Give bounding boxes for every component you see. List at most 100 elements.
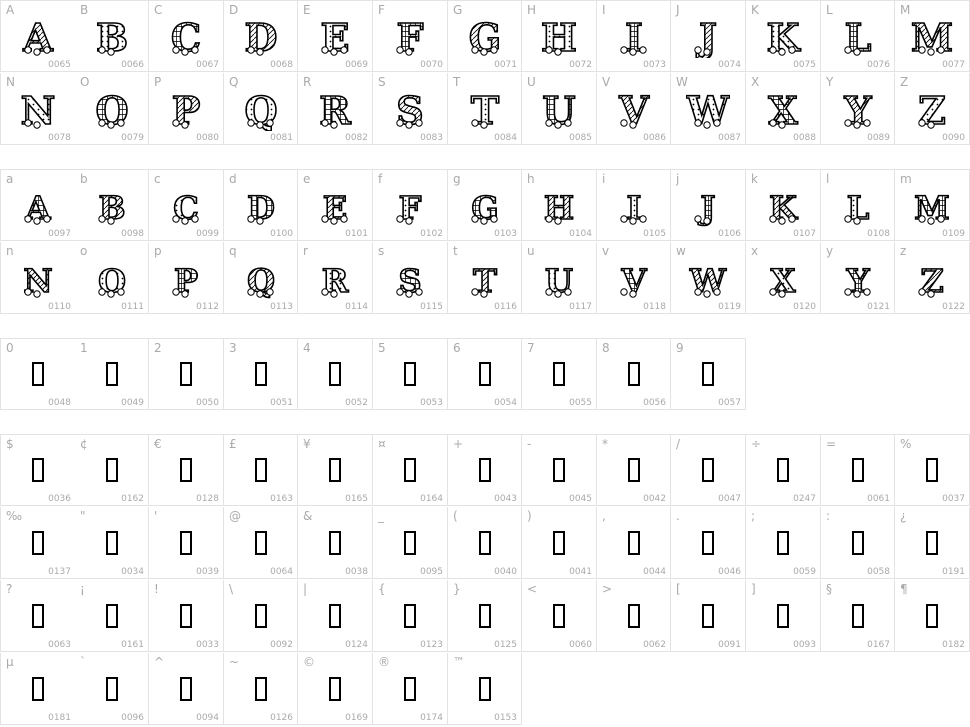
glyph-cell: Z 0090 Z — [895, 73, 970, 145]
decorated-letter-glyph: L — [843, 14, 871, 58]
glyph-char-label: µ — [6, 655, 14, 669]
glyph-cell: <0060 — [522, 580, 597, 652]
glyph-code-label: 0164 — [420, 494, 443, 504]
glyph-cell: n 0110 N — [0, 242, 76, 314]
glyph-cell: >0062 — [597, 580, 671, 652]
missing-glyph-box-icon — [329, 603, 341, 628]
glyph-char-label: q — [229, 244, 237, 258]
glyph-char-label: @ — [229, 509, 241, 523]
decorated-letter-glyph: B — [97, 188, 126, 227]
glyph-char-label: ~ — [229, 655, 240, 669]
glyph-code-label: 0049 — [121, 398, 144, 408]
glyph-code-label: 0128 — [196, 494, 219, 504]
glyph-char-label: 9 — [676, 341, 684, 355]
glyph-char-label: ) — [527, 509, 532, 523]
glyph-code-label: 0086 — [643, 133, 666, 143]
glyph-cell: ‰ 0137 — [0, 507, 76, 579]
glyph-char-label: u — [527, 244, 535, 258]
glyph-code-label: 0167 — [867, 640, 890, 650]
missing-glyph-box-icon — [478, 603, 491, 628]
glyph-char-label: ¢ — [80, 437, 88, 451]
glyph-cell: $0036 — [0, 434, 76, 506]
glyph-char-label: J — [676, 3, 680, 17]
glyph-cell: L 0076 L — [821, 0, 895, 72]
glyph-code-label: 0112 — [196, 302, 219, 312]
glyph-cell: @0064 — [224, 507, 298, 579]
glyph-code-label: 0061 — [867, 494, 890, 504]
decorated-letter-glyph: R — [318, 87, 352, 131]
glyph-char-label: p — [154, 244, 162, 258]
decorated-letter-glyph: F — [396, 14, 425, 58]
glyph-char-label: ® — [378, 655, 390, 669]
glyph-char-label: § — [826, 582, 832, 596]
glyph-cell: V 0086 V — [597, 73, 671, 145]
glyph-cell: U 0085 U — [522, 73, 597, 145]
glyph-char-label: ? — [6, 582, 13, 596]
glyph-cell: - 0045 — [522, 434, 597, 506]
glyph-cell: 2 0050 — [149, 338, 224, 410]
missing-glyph-box-icon — [702, 603, 714, 628]
glyph-cell: Q 0081 Q — [224, 73, 298, 145]
missing-glyph-box-icon — [32, 458, 44, 482]
glyph-char-label: - — [527, 437, 532, 451]
missing-glyph-box-icon — [404, 530, 416, 555]
glyph-cell: ' 0039 — [149, 507, 224, 579]
glyph-cell: N 0078 N — [0, 73, 76, 145]
glyph-cell: ` 0096 — [75, 653, 149, 725]
glyph-char-label: } — [453, 582, 461, 596]
glyph-cell: j 0106 J — [671, 169, 746, 241]
glyph-char-label: = — [826, 437, 837, 451]
glyph-char-label: z — [900, 244, 907, 258]
missing-glyph-box-icon — [105, 458, 118, 482]
glyph-char-label: 2 — [154, 341, 162, 355]
glyph-char-label: ^ — [154, 655, 165, 669]
glyph-code-label: 0046 — [718, 567, 741, 577]
glyph-cell: K 0075 K — [746, 0, 821, 72]
glyph-code-label: 0104 — [569, 229, 592, 239]
glyph-char-label: v — [602, 244, 610, 258]
glyph-code-label: 0088 — [793, 133, 816, 143]
glyph-code-label: 0124 — [345, 640, 368, 650]
glyph-cell: 6 0054 — [448, 338, 522, 410]
glyph-char-label: 5 — [378, 341, 386, 355]
glyph-code-label: 0093 — [793, 640, 816, 650]
glyph-cell: c 0099 C — [149, 169, 224, 241]
glyph-cell: © 0169 — [298, 653, 373, 725]
decorated-letter-glyph: I — [619, 188, 647, 227]
glyph-code-label: 0066 — [121, 60, 144, 70]
decorated-letter-glyph: A — [21, 14, 54, 58]
glyph-char-label: I — [602, 3, 606, 17]
glyph-char-label: M — [900, 3, 911, 17]
decorated-letter-glyph: V — [619, 261, 648, 300]
decorated-letter-glyph: G — [470, 188, 499, 227]
glyph-code-label: 0068 — [270, 60, 293, 70]
missing-glyph-box-icon — [105, 530, 118, 555]
glyph-code-label: 0108 — [867, 229, 890, 239]
glyph-cell: P 0080 P — [149, 73, 224, 145]
missing-glyph-box-icon — [777, 603, 789, 628]
missing-glyph-box-icon — [329, 458, 341, 482]
glyph-char-label: 6 — [453, 341, 461, 355]
decorated-letter-glyph: W — [686, 87, 730, 131]
glyph-char-label: r — [303, 244, 308, 258]
glyph-code-label: 0092 — [270, 640, 293, 650]
glyph-cell: o 0111 O — [75, 242, 149, 314]
missing-glyph-box-icon — [105, 676, 118, 701]
glyph-code-label: 0072 — [569, 60, 592, 70]
glyph-code-label: 0084 — [494, 133, 517, 143]
glyph-cell: S 0083 S — [373, 73, 448, 145]
decorated-letter-glyph: W — [688, 261, 728, 300]
glyph-cell: a 0097 A — [0, 169, 76, 241]
glyph-cell: § 0167 — [821, 580, 895, 652]
glyph-code-label: 0069 — [345, 60, 368, 70]
glyph-code-label: 0107 — [793, 229, 816, 239]
glyph-char-label: D — [229, 3, 239, 17]
missing-glyph-box-icon — [926, 458, 938, 482]
glyph-char-label: R — [303, 75, 312, 89]
glyph-code-label: 0052 — [345, 398, 368, 408]
glyph-cell: µ 0181 — [0, 653, 76, 725]
glyph-cell: = 0061 — [821, 434, 895, 506]
missing-glyph-box-icon — [553, 530, 565, 555]
decorated-letter-glyph: X — [769, 261, 796, 300]
glyph-cell: [0091 — [671, 580, 746, 652]
